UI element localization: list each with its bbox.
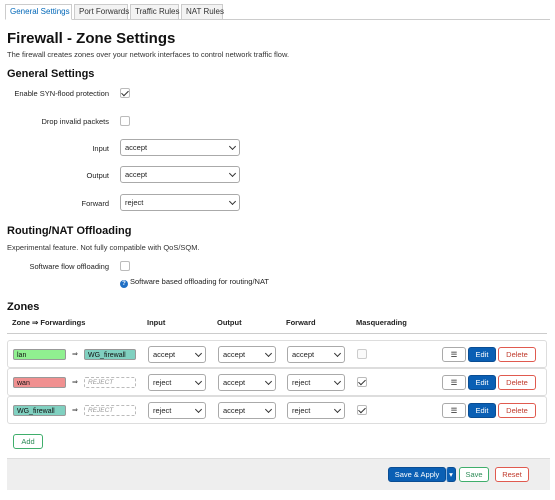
add-zone-button[interactable]: Add	[13, 434, 43, 449]
tab-general-settings[interactable]: General Settings	[5, 4, 72, 20]
zone-input-value: reject	[153, 378, 172, 387]
forward-policy-value: reject	[125, 198, 144, 207]
forwarding-target-reject: REJECT	[84, 405, 136, 416]
masquerading-checkbox	[357, 349, 367, 359]
forwarding-target-reject: REJECT	[84, 377, 136, 388]
input-policy-value: accept	[125, 143, 148, 152]
syn-flood-label: Enable SYN-flood protection	[14, 89, 109, 98]
delete-button[interactable]: Delete	[498, 403, 536, 418]
zone-forward-select[interactable]: reject	[287, 374, 345, 391]
tab-port-forwards[interactable]: Port Forwards	[74, 4, 129, 20]
chevron-down-icon	[194, 349, 203, 358]
masquerading-checkbox[interactable]	[357, 405, 367, 415]
zone-forward-select[interactable]: accept	[287, 346, 345, 363]
save-button[interactable]: Save	[459, 467, 489, 482]
chevron-down-icon	[228, 197, 237, 206]
tab-bar: General Settings Port Forwards Traffic R…	[5, 4, 550, 20]
chevron-down-icon	[264, 405, 273, 414]
sw-offloading-checkbox[interactable]	[120, 261, 130, 271]
zones-heading: Zones	[7, 301, 40, 313]
zone-output-value: accept	[223, 406, 246, 415]
forward-policy-select[interactable]: reject	[120, 194, 240, 211]
col-output: Output	[217, 318, 242, 327]
reset-button[interactable]: Reset	[495, 467, 529, 482]
sw-offloading-label: Software flow offloading	[29, 262, 110, 271]
forwarding-arrow: ⇒	[72, 351, 78, 358]
col-zone-forwardings: Zone ⇒ Forwardings	[12, 318, 86, 327]
chevron-down-icon	[228, 142, 237, 151]
save-apply-dropdown[interactable]: ▾	[446, 467, 456, 482]
table-row: WG_firewall ⇒ REJECT reject accept rejec…	[7, 396, 547, 424]
sw-offloading-help-text: Software based offloading for routing/NA…	[130, 277, 269, 286]
menu-icon: ☰	[450, 378, 458, 387]
forwarding-arrow: ⇒	[72, 407, 78, 414]
general-settings-heading: General Settings	[7, 68, 95, 80]
table-header-divider	[7, 333, 547, 334]
menu-icon: ☰	[450, 406, 458, 415]
chevron-down-icon	[333, 377, 342, 386]
help-icon: ?	[120, 280, 128, 288]
page-description: The firewall creates zones over your net…	[7, 50, 290, 59]
chevron-down-icon	[194, 377, 203, 386]
zone-input-select[interactable]: reject	[148, 374, 206, 391]
zone-forward-value: reject	[292, 406, 311, 415]
footer-bar: Save & Apply ▾ Save Reset	[7, 458, 550, 490]
zone-input-select[interactable]: accept	[148, 346, 206, 363]
zone-input-select[interactable]: reject	[148, 402, 206, 419]
delete-button[interactable]: Delete	[498, 347, 536, 362]
zone-name-badge: WG_firewall	[13, 405, 66, 416]
offloading-heading: Routing/NAT Offloading	[7, 225, 132, 237]
zone-forward-value: accept	[292, 350, 315, 359]
edit-button[interactable]: Edit	[468, 403, 496, 418]
zone-input-value: reject	[153, 406, 172, 415]
chevron-down-icon: ▾	[449, 470, 453, 479]
syn-flood-checkbox[interactable]	[120, 88, 130, 98]
tab-nat-rules[interactable]: NAT Rules	[181, 4, 224, 20]
table-row: wan ⇒ REJECT reject accept reject ☰ Edit…	[7, 368, 547, 396]
drag-handle-button[interactable]: ☰	[442, 347, 466, 362]
sw-offloading-help: ? Software based offloading for routing/N…	[120, 277, 269, 288]
chevron-down-icon	[228, 169, 237, 178]
col-input: Input	[147, 318, 166, 327]
zone-name-badge: lan	[13, 349, 66, 360]
chevron-down-icon	[333, 405, 342, 414]
zone-output-select[interactable]: accept	[218, 346, 276, 363]
save-apply-button[interactable]: Save & Apply	[388, 467, 446, 482]
drop-invalid-checkbox[interactable]	[120, 116, 130, 126]
forward-label: Forward	[81, 199, 109, 208]
zone-output-select[interactable]: accept	[218, 374, 276, 391]
delete-button[interactable]: Delete	[498, 375, 536, 390]
menu-icon: ☰	[450, 350, 458, 359]
drag-handle-button[interactable]: ☰	[442, 375, 466, 390]
output-policy-select[interactable]: accept	[120, 166, 240, 183]
page-title: Firewall - Zone Settings	[7, 30, 176, 47]
zone-input-value: accept	[153, 350, 176, 359]
edit-button[interactable]: Edit	[468, 347, 496, 362]
zone-forward-value: reject	[292, 378, 311, 387]
chevron-down-icon	[264, 377, 273, 386]
col-forward: Forward	[286, 318, 316, 327]
offloading-description: Experimental feature. Not fully compatib…	[7, 243, 200, 252]
tab-traffic-rules[interactable]: Traffic Rules	[130, 4, 179, 20]
forwarding-arrow: ⇒	[72, 379, 78, 386]
chevron-down-icon	[333, 349, 342, 358]
col-masquerading: Masquerading	[356, 318, 407, 327]
output-label: Output	[86, 171, 109, 180]
zone-output-value: accept	[223, 350, 246, 359]
input-policy-select[interactable]: accept	[120, 139, 240, 156]
drop-invalid-label: Drop invalid packets	[41, 117, 109, 126]
zone-forward-select[interactable]: reject	[287, 402, 345, 419]
chevron-down-icon	[264, 349, 273, 358]
forwarding-target-badge: WG_firewall	[84, 349, 136, 360]
zone-output-select[interactable]: accept	[218, 402, 276, 419]
zone-name-badge: wan	[13, 377, 66, 388]
output-policy-value: accept	[125, 170, 148, 179]
chevron-down-icon	[194, 405, 203, 414]
edit-button[interactable]: Edit	[468, 375, 496, 390]
masquerading-checkbox[interactable]	[357, 377, 367, 387]
table-row: lan ⇒ WG_firewall accept accept accept ☰…	[7, 340, 547, 368]
input-label: Input	[92, 144, 109, 153]
drag-handle-button[interactable]: ☰	[442, 403, 466, 418]
zone-output-value: accept	[223, 378, 246, 387]
